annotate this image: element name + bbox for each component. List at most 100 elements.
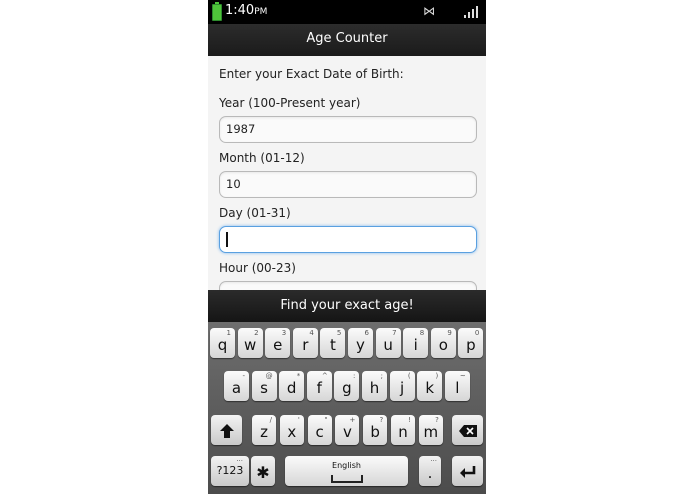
find-age-button[interactable]: Find your exact age! xyxy=(208,290,486,322)
key-g-label: g xyxy=(342,379,352,397)
key-d[interactable]: * d xyxy=(279,371,305,401)
month-label: Month (01-12) xyxy=(219,151,305,165)
key-n-label: n xyxy=(398,423,408,441)
key-r-secondary: 4 xyxy=(309,329,314,337)
hour-input[interactable] xyxy=(219,281,477,290)
key-c-secondary: " xyxy=(324,416,328,424)
key-q[interactable]: 1q xyxy=(210,328,235,358)
key-n-secondary: ! xyxy=(408,416,411,424)
key-y-label: y xyxy=(356,336,365,354)
key-y-secondary: 6 xyxy=(364,329,369,337)
key-c[interactable]: " c xyxy=(307,415,332,445)
symbols-key[interactable]: ··· ?123 xyxy=(211,456,249,486)
key-b[interactable]: ? b xyxy=(363,415,388,445)
phone-screen: 1:40PM ⋈ Age Counter Enter your Exact Da… xyxy=(208,0,486,494)
key-g[interactable]: :g xyxy=(334,371,360,401)
space-key[interactable]: English xyxy=(285,456,408,486)
time-value: 1:40 xyxy=(225,3,255,18)
key-f-label: f xyxy=(316,379,322,397)
hour-label: Hour (00-23) xyxy=(219,261,296,275)
month-input[interactable]: 10 xyxy=(219,171,477,198)
key-w[interactable]: 2w xyxy=(237,328,263,358)
key-e-secondary: 3 xyxy=(281,329,287,337)
key-c-label: c xyxy=(315,423,324,441)
enter-key[interactable] xyxy=(452,456,483,486)
key-x[interactable]: ' x xyxy=(279,415,304,445)
status-time: 1:40PM xyxy=(225,3,267,18)
shift-key[interactable] xyxy=(211,415,242,445)
instruction-text: Enter your Exact Date of Birth: xyxy=(219,67,404,81)
key-q-label: q xyxy=(217,336,228,354)
soft-keyboard: 1q2w3e4r5t6y7u8i9o0p - a @ s * d ^ f: g; h(j) k ~ l … xyxy=(208,322,486,494)
key-a-secondary: - xyxy=(242,372,245,380)
key-p[interactable]: 0p xyxy=(458,328,484,358)
key-u[interactable]: 7u xyxy=(375,328,401,358)
key-b-secondary: ? xyxy=(379,416,384,424)
find-age-label: Find your exact age! xyxy=(280,298,414,313)
key-k-secondary: ) xyxy=(435,372,439,380)
key-p-label: p xyxy=(466,336,476,354)
gear-icon: ✱ xyxy=(256,463,270,482)
key-f-secondary: ^ xyxy=(321,372,328,380)
year-input[interactable]: 1987 xyxy=(219,116,477,143)
key-k-label: k xyxy=(425,379,435,397)
status-bar: 1:40PM ⋈ xyxy=(208,0,486,24)
signal-icon xyxy=(462,6,478,18)
key-m-label: m xyxy=(423,423,439,441)
key-i-label: i xyxy=(413,336,418,354)
key-w-secondary: 2 xyxy=(254,329,259,337)
key-o-secondary: 9 xyxy=(447,329,452,337)
backspace-key[interactable] xyxy=(452,415,483,445)
backspace-icon xyxy=(458,425,477,437)
key-j[interactable]: (j xyxy=(389,371,415,401)
key-t-secondary: 5 xyxy=(336,329,342,337)
sync-icon: ⋈ xyxy=(423,4,435,18)
key-t[interactable]: 5t xyxy=(320,328,346,358)
key-h[interactable]: ; h xyxy=(362,371,387,401)
key-i[interactable]: 8i xyxy=(403,328,429,358)
key-t-label: t xyxy=(329,336,336,354)
day-input[interactable] xyxy=(219,226,477,253)
key-w-label: w xyxy=(243,336,257,354)
key-v-secondary: + xyxy=(349,416,356,424)
key-f[interactable]: ^ f xyxy=(306,371,332,401)
key-u-label: u xyxy=(383,336,393,354)
space-label: English xyxy=(332,461,361,470)
key-s[interactable]: @ s xyxy=(251,371,277,401)
key-s-label: s xyxy=(260,379,268,397)
key-l[interactable]: ~ l xyxy=(444,371,470,401)
key-v[interactable]: + v xyxy=(335,415,360,445)
key-s-secondary: @ xyxy=(265,372,273,380)
enter-icon xyxy=(459,466,475,478)
key-m[interactable]: ? m xyxy=(418,415,443,445)
key-b-label: b xyxy=(370,423,380,441)
key-x-label: x xyxy=(287,423,297,441)
key-d-label: d xyxy=(286,379,297,397)
key-v-label: v xyxy=(342,423,352,441)
key-o[interactable]: 9o xyxy=(430,328,456,358)
key-y[interactable]: 6y xyxy=(348,328,373,358)
key-r[interactable]: 4r xyxy=(292,328,318,358)
key-l-secondary: ~ xyxy=(459,372,466,380)
key-x-secondary: ' xyxy=(297,416,300,424)
space-bar-icon xyxy=(330,475,363,483)
key-z-secondary: / xyxy=(269,416,272,424)
key-e[interactable]: 3e xyxy=(265,328,291,358)
symbols-label: ?123 xyxy=(216,464,244,477)
key-n[interactable]: ! n xyxy=(391,415,415,445)
key-e-label: e xyxy=(273,336,283,354)
period-key[interactable]: ··· . xyxy=(419,456,441,486)
key-g-secondary: : xyxy=(353,372,356,380)
form-area: Enter your Exact Date of Birth: Year (10… xyxy=(208,56,486,290)
settings-key[interactable]: ✱ xyxy=(251,456,275,486)
key-k[interactable]: ) k xyxy=(417,371,443,401)
key-a-label: a xyxy=(231,379,242,397)
app-title-bar: Age Counter xyxy=(208,24,486,57)
key-z[interactable]: / z xyxy=(252,415,276,445)
key-p-secondary: 0 xyxy=(474,329,480,337)
key-a[interactable]: -a xyxy=(224,371,249,401)
key-o-label: o xyxy=(438,336,448,354)
key-i-secondary: 8 xyxy=(419,329,425,337)
day-label: Day (01-31) xyxy=(219,206,291,220)
key-q-secondary: 1 xyxy=(226,329,231,337)
